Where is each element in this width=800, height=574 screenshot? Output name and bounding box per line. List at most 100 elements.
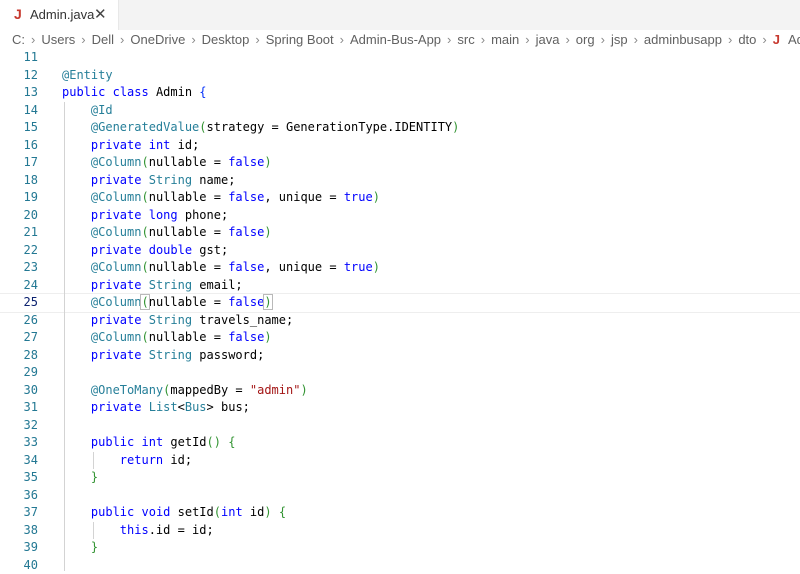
code-text: @Id: [62, 102, 113, 120]
chevron-right-icon: ›: [447, 32, 451, 47]
code-text: @Entity: [62, 67, 113, 85]
chevron-right-icon: ›: [525, 32, 529, 47]
code-line[interactable]: 22 private double gst;: [0, 242, 800, 260]
code-line[interactable]: 16 private int id;: [0, 137, 800, 155]
java-file-icon: J: [773, 32, 780, 47]
code-line[interactable]: 35 }: [0, 469, 800, 487]
breadcrumb-item[interactable]: src: [457, 32, 474, 47]
breadcrumb-item[interactable]: adminbusapp: [644, 32, 722, 47]
line-number: 31: [0, 399, 38, 417]
code-line[interactable]: 15 @GeneratedValue(strategy = Generation…: [0, 119, 800, 137]
line-number: 13: [0, 84, 38, 102]
line-number: 15: [0, 119, 38, 137]
chevron-right-icon: ›: [120, 32, 124, 47]
breadcrumb-item[interactable]: main: [491, 32, 519, 47]
code-line[interactable]: 12 @Entity: [0, 67, 800, 85]
line-number: 16: [0, 137, 38, 155]
indent-guide: [93, 522, 94, 540]
editor-tab-bar: J Admin.java ✕: [0, 0, 800, 30]
code-text: @Column(nullable = false): [62, 224, 272, 242]
code-line[interactable]: 27 @Column(nullable = false): [0, 329, 800, 347]
code-line[interactable]: 26 private String travels_name;: [0, 312, 800, 330]
code-line[interactable]: 14 @Id: [0, 102, 800, 120]
code-line[interactable]: 25 @Column(nullable = false): [0, 294, 800, 312]
code-line[interactable]: 23 @Column(nullable = false, unique = tr…: [0, 259, 800, 277]
line-number: 19: [0, 189, 38, 207]
code-line[interactable]: 36: [0, 487, 800, 505]
code-line[interactable]: 20 private long phone;: [0, 207, 800, 225]
line-number: 12: [0, 67, 38, 85]
breadcrumb-item[interactable]: Desktop: [202, 32, 250, 47]
chevron-right-icon: ›: [255, 32, 259, 47]
breadcrumb-item[interactable]: java: [536, 32, 560, 47]
code-line[interactable]: 11: [0, 49, 800, 67]
chevron-right-icon: ›: [762, 32, 766, 47]
code-line[interactable]: 39 }: [0, 539, 800, 557]
line-number: 14: [0, 102, 38, 120]
line-number: 18: [0, 172, 38, 190]
code-line[interactable]: 17 @Column(nullable = false): [0, 154, 800, 172]
code-text: private int id;: [62, 137, 199, 155]
code-line[interactable]: 19 @Column(nullable = false, unique = tr…: [0, 189, 800, 207]
code-line[interactable]: 32: [0, 417, 800, 435]
line-number: 26: [0, 312, 38, 330]
java-file-icon: J: [14, 6, 22, 22]
line-number: 32: [0, 417, 38, 435]
code-line[interactable]: 18 private String name;: [0, 172, 800, 190]
breadcrumb-item[interactable]: Dell: [92, 32, 114, 47]
line-number: 27: [0, 329, 38, 347]
chevron-right-icon: ›: [728, 32, 732, 47]
line-number: 37: [0, 504, 38, 522]
code-line[interactable]: 13 public class Admin {: [0, 84, 800, 102]
code-line[interactable]: 30 @OneToMany(mappedBy = "admin"): [0, 382, 800, 400]
chevron-right-icon: ›: [340, 32, 344, 47]
code-line[interactable]: 21 @Column(nullable = false): [0, 224, 800, 242]
code-text: private long phone;: [62, 207, 228, 225]
code-text: }: [62, 539, 98, 557]
code-text: @Column(nullable = false): [62, 154, 272, 172]
line-number: 20: [0, 207, 38, 225]
line-number: 40: [0, 557, 38, 574]
line-number: 25: [0, 294, 38, 312]
code-line[interactable]: 34 return id;: [0, 452, 800, 470]
breadcrumb-item[interactable]: C:: [12, 32, 25, 47]
breadcrumb-item[interactable]: jsp: [611, 32, 628, 47]
line-number: 34: [0, 452, 38, 470]
line-number: 30: [0, 382, 38, 400]
code-text: public int getId() {: [62, 434, 235, 452]
code-editor[interactable]: 1112@Entity13public class Admin {14 @Id1…: [0, 52, 800, 565]
code-text: private double gst;: [62, 242, 228, 260]
code-line[interactable]: 28 private String password;: [0, 347, 800, 365]
code-text: @Column(nullable = false): [62, 294, 272, 312]
tab-admin-java[interactable]: J Admin.java ✕: [0, 0, 119, 30]
line-number: 38: [0, 522, 38, 540]
breadcrumb-item[interactable]: dto: [738, 32, 756, 47]
chevron-right-icon: ›: [81, 32, 85, 47]
line-number: 11: [0, 49, 38, 67]
code-text: public class Admin {: [62, 84, 207, 102]
breadcrumb-item[interactable]: Users: [41, 32, 75, 47]
close-icon[interactable]: ✕: [94, 5, 107, 23]
code-line[interactable]: 29: [0, 364, 800, 382]
breadcrumb-item[interactable]: Spring Boot: [266, 32, 334, 47]
line-number: 17: [0, 154, 38, 172]
breadcrumb-item[interactable]: Admin.java: [788, 32, 800, 47]
line-number: 35: [0, 469, 38, 487]
code-line[interactable]: 40: [0, 557, 800, 574]
breadcrumb-item[interactable]: OneDrive: [130, 32, 185, 47]
code-line[interactable]: 33 public int getId() {: [0, 434, 800, 452]
chevron-right-icon: ›: [191, 32, 195, 47]
breadcrumb-item[interactable]: org: [576, 32, 595, 47]
code-line[interactable]: 31 private List<Bus> bus;: [0, 399, 800, 417]
code-line[interactable]: 24 private String email;: [0, 277, 800, 295]
code-text: }: [62, 469, 98, 487]
line-number: 28: [0, 347, 38, 365]
line-number: 24: [0, 277, 38, 295]
breadcrumb-item[interactable]: Admin-Bus-App: [350, 32, 441, 47]
chevron-right-icon: ›: [634, 32, 638, 47]
code-text: private String name;: [62, 172, 235, 190]
code-line[interactable]: 38 this.id = id;: [0, 522, 800, 540]
code-text: private String email;: [62, 277, 243, 295]
code-text: this.id = id;: [62, 522, 214, 540]
code-line[interactable]: 37 public void setId(int id) {: [0, 504, 800, 522]
